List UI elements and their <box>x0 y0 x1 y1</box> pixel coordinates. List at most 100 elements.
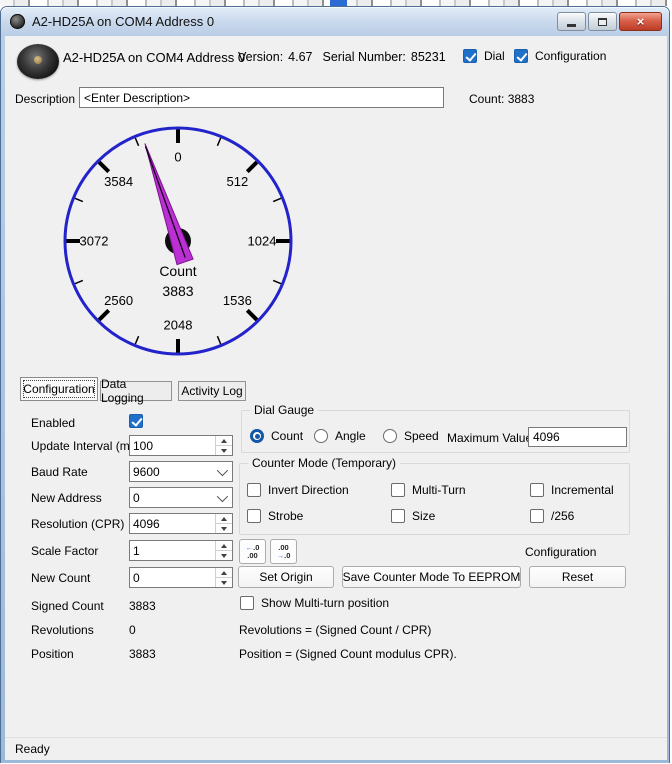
increase-decimal-button[interactable]: .00 →.0 <box>270 539 297 564</box>
scale-factor-label: Scale Factor <box>31 544 98 558</box>
radio-angle[interactable]: Angle <box>314 429 366 443</box>
spin-down-button[interactable] <box>216 550 232 560</box>
new-address-select[interactable]: 0 <box>129 487 233 508</box>
new-count-label: New Count <box>31 571 90 585</box>
radio-count-circle <box>250 429 264 443</box>
checkbox-invert-direction[interactable]: Invert Direction <box>247 483 349 497</box>
close-button[interactable]: × <box>619 12 662 31</box>
tab-data-logging[interactable]: Data Logging <box>100 381 172 401</box>
svg-text:3072: 3072 <box>80 234 109 249</box>
spin-up-button[interactable] <box>216 568 232 577</box>
device-title: A2-HD25A on COM4 Address 0 <box>63 50 245 65</box>
dial-checkbox[interactable]: Dial <box>463 49 505 63</box>
version-serial-row: Version:4.67Serial Number:85231 <box>238 50 456 64</box>
baud-rate-select[interactable]: 9600 <box>129 461 233 482</box>
app-window: A2-HD25A on COM4 Address 0 × A2-HD25A on… <box>0 6 670 763</box>
decimal-icon: .00 <box>247 552 257 560</box>
close-icon: × <box>637 15 645 28</box>
decrease-decimal-button[interactable]: ←.0 .00 <box>239 539 266 564</box>
app-icon <box>10 14 25 29</box>
counter-mode-group-title: Counter Mode (Temporary) <box>248 456 400 470</box>
spin-up-button[interactable] <box>216 514 232 523</box>
tab-configuration[interactable]: Configuration <box>20 377 98 401</box>
radio-speed-circle <box>383 429 397 443</box>
revolutions-label: Revolutions <box>31 623 94 637</box>
position-value: 3883 <box>129 647 156 661</box>
tab-activity-log[interactable]: Activity Log <box>178 381 246 401</box>
checkbox-box <box>247 483 261 497</box>
new-count-input[interactable] <box>130 568 215 587</box>
arrow-down-icon <box>221 527 227 531</box>
description-input[interactable] <box>79 87 444 108</box>
radio-count[interactable]: Count <box>250 429 303 443</box>
dial-checkbox-box <box>463 49 477 63</box>
checkbox-incremental[interactable]: Incremental <box>530 483 614 497</box>
resolution-label: Resolution (CPR) <box>31 517 124 531</box>
serial-value: 85231 <box>411 50 446 64</box>
update-interval-input[interactable] <box>130 436 215 455</box>
position-formula: Position = (Signed Count modulus CPR). <box>239 647 457 661</box>
checkbox-strobe[interactable]: Strobe <box>247 509 303 523</box>
radio-speed[interactable]: Speed <box>383 429 439 443</box>
version-label: Version: <box>238 50 283 64</box>
resolution-spinner <box>129 513 233 534</box>
tab-configuration-label: Configuration <box>23 382 94 396</box>
client-area: A2-HD25A on COM4 Address 0 Version: 4.67 S… <box>5 36 667 760</box>
chevron-down-icon <box>217 490 228 501</box>
dial-checkbox-label: Dial <box>484 49 505 63</box>
arrow-down-icon <box>221 554 227 558</box>
enabled-label: Enabled <box>31 416 75 430</box>
arrow-up-icon <box>221 544 227 548</box>
minimize-button[interactable] <box>557 12 586 31</box>
new-address-value: 0 <box>133 491 217 505</box>
show-multiturn-checkbox[interactable]: Show Multi-turn position <box>240 596 389 610</box>
spin-down-button[interactable] <box>216 445 232 455</box>
checkbox-label: Strobe <box>268 509 303 523</box>
configuration-checkbox-box <box>514 49 528 63</box>
scale-factor-input[interactable] <box>130 541 215 560</box>
count-display: Count: 3883 <box>469 92 534 106</box>
baud-rate-value: 9600 <box>133 465 217 479</box>
svg-text:1024: 1024 <box>248 234 277 249</box>
checkbox-box <box>240 596 254 610</box>
encoder-shaft <box>34 56 42 64</box>
resolution-input[interactable] <box>130 514 215 533</box>
configuration-section-label: Configuration <box>525 545 596 559</box>
revolutions-value: 0 <box>129 623 136 637</box>
save-counter-mode-button[interactable]: Save Counter Mode To EEPROM <box>342 566 521 588</box>
count-value: 3883 <box>508 92 535 106</box>
checkbox-multi-turn[interactable]: Multi-Turn <box>391 483 466 497</box>
version-value: 4.67 <box>288 50 312 64</box>
checkbox-label: Invert Direction <box>268 483 349 497</box>
save-counter-mode-label: Save Counter Mode To EEPROM <box>343 570 521 584</box>
maximize-button[interactable] <box>588 12 617 31</box>
reset-button[interactable]: Reset <box>529 566 626 588</box>
spin-up-button[interactable] <box>216 436 232 445</box>
maximum-value-label: Maximum Value <box>447 431 532 445</box>
baud-rate-label: Baud Rate <box>31 465 88 479</box>
title-bar[interactable]: A2-HD25A on COM4 Address 0 × <box>1 7 669 36</box>
svg-text:1536: 1536 <box>223 293 252 308</box>
configuration-checkbox[interactable]: Configuration <box>514 49 606 63</box>
reset-label: Reset <box>562 570 593 584</box>
set-origin-button[interactable]: Set Origin <box>238 566 334 588</box>
scale-factor-spin-buttons <box>215 541 232 560</box>
enabled-checkbox[interactable] <box>129 414 143 428</box>
arrow-up-icon <box>221 571 227 575</box>
spin-up-button[interactable] <box>216 541 232 550</box>
svg-text:0: 0 <box>174 150 181 165</box>
checkbox-div256[interactable]: /256 <box>530 509 574 523</box>
tab-data-logging-label: Data Logging <box>101 377 171 405</box>
decimal-icon: →.0 <box>277 552 291 560</box>
checkbox-size[interactable]: Size <box>391 509 435 523</box>
dial-gauge-group-title: Dial Gauge <box>250 403 318 417</box>
spin-down-button[interactable] <box>216 523 232 533</box>
checkbox-label: Multi-Turn <box>412 483 466 497</box>
chevron-down-icon <box>217 464 228 475</box>
revolutions-formula: Revolutions = (Signed Count / CPR) <box>239 623 431 637</box>
spin-down-button[interactable] <box>216 577 232 587</box>
new-count-spinner <box>129 567 233 588</box>
scale-factor-spinner <box>129 540 233 561</box>
maximum-value-input[interactable] <box>528 427 627 447</box>
position-label: Position <box>31 647 74 661</box>
